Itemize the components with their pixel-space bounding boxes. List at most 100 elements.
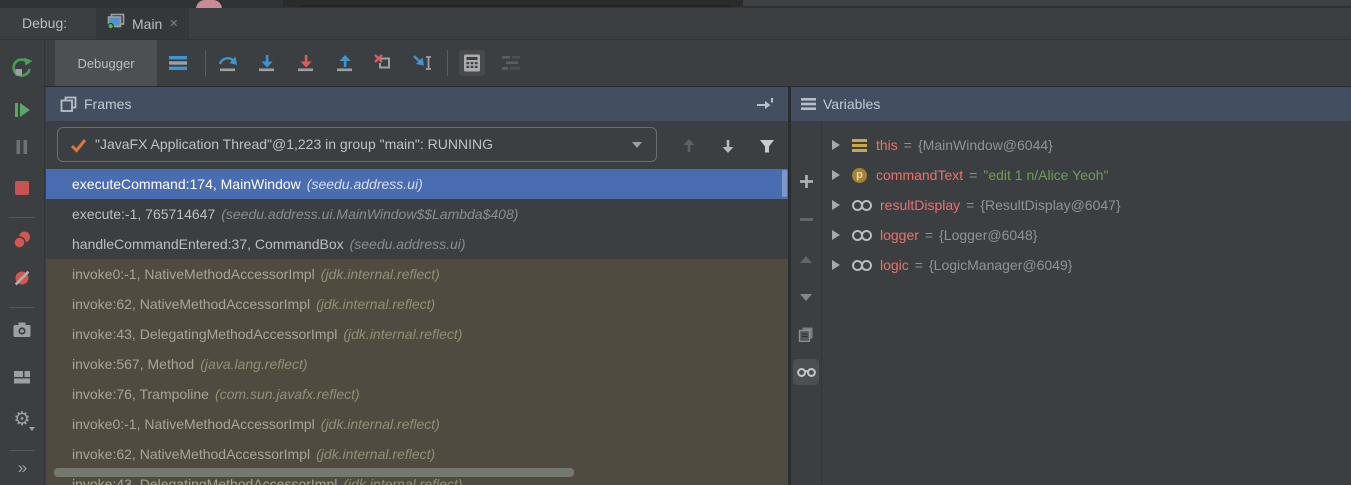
evaluate-expression-button[interactable] bbox=[459, 50, 485, 76]
debugger-toolbar: Debugger bbox=[45, 40, 1351, 87]
tab-main[interactable]: Main × bbox=[96, 8, 189, 39]
step-into-button[interactable] bbox=[254, 50, 280, 76]
view-breakpoints-button[interactable] bbox=[10, 228, 34, 252]
frame-location: (jdk.internal.reflect) bbox=[316, 296, 435, 312]
triangle-down-icon bbox=[800, 294, 812, 301]
sliver-underline bbox=[300, 5, 730, 7]
double-chevron-icon: » bbox=[18, 458, 26, 478]
frame-location: (seedu.address.ui) bbox=[307, 176, 423, 192]
move-watch-up-button[interactable] bbox=[798, 251, 814, 267]
run-to-cursor-icon bbox=[411, 52, 433, 74]
run-configuration-icon bbox=[107, 13, 125, 34]
vertical-scrollbar[interactable] bbox=[782, 170, 787, 197]
step-over-icon bbox=[217, 52, 239, 74]
sliver-right-bar bbox=[743, 0, 1351, 6]
resume-button[interactable] bbox=[10, 98, 34, 122]
expand-arrow-icon[interactable] bbox=[832, 140, 840, 150]
show-watches-toggle[interactable] bbox=[793, 359, 819, 385]
frame-location: (jdk.internal.reflect) bbox=[321, 416, 440, 432]
expand-arrow-icon[interactable] bbox=[832, 200, 840, 210]
frame-location: (jdk.internal.reflect) bbox=[343, 326, 462, 342]
pause-icon bbox=[11, 136, 33, 158]
mute-breakpoints-button[interactable] bbox=[10, 266, 34, 290]
step-over-button[interactable] bbox=[215, 50, 241, 76]
restore-layout-button[interactable] bbox=[10, 365, 34, 389]
move-watch-down-button[interactable] bbox=[798, 289, 814, 305]
variable-value: {Logger@6048} bbox=[939, 227, 1037, 243]
variable-row[interactable]: logger = {Logger@6048} bbox=[822, 220, 1351, 250]
forward-arrow-icon[interactable] bbox=[755, 97, 774, 116]
arrow-up-icon bbox=[681, 137, 697, 155]
variables-header[interactable]: Variables bbox=[791, 87, 1351, 121]
frame-location: (seedu.address.ui.MainWindow$$Lambda$408… bbox=[221, 206, 518, 222]
close-icon[interactable]: × bbox=[169, 8, 178, 39]
frame-row[interactable]: invoke0:-1, NativeMethodAccessorImpl (jdk… bbox=[46, 409, 788, 439]
variable-row[interactable]: this = {MainWindow@6044} bbox=[822, 130, 1351, 160]
frames-panel-title: Frames bbox=[84, 87, 131, 121]
hamburger-icon bbox=[168, 55, 188, 71]
expand-arrow-icon[interactable] bbox=[832, 230, 840, 240]
rerun-icon bbox=[11, 56, 33, 78]
variables-panel-icon bbox=[801, 97, 816, 116]
copy-icon bbox=[798, 326, 814, 342]
frames-panel-icon bbox=[60, 96, 77, 118]
hide-frames-filter-button[interactable] bbox=[756, 135, 778, 157]
debugger-menu-button[interactable] bbox=[165, 50, 191, 76]
thread-dump-button[interactable] bbox=[10, 318, 34, 342]
pause-button[interactable] bbox=[10, 135, 34, 159]
remove-watch-button[interactable] bbox=[798, 211, 814, 227]
frames-list: executeCommand:174, MainWindow(seedu.add… bbox=[46, 169, 788, 485]
rerun-button[interactable] bbox=[10, 55, 34, 79]
more-actions-button[interactable]: » bbox=[10, 456, 34, 480]
previous-frame-button[interactable] bbox=[678, 135, 700, 157]
trace-stream-button[interactable] bbox=[498, 50, 524, 76]
variable-row[interactable]: resultDisplay = {ResultDisplay@6047} bbox=[822, 190, 1351, 220]
variable-row[interactable]: p commandText = "edit 1 n/Alice Yeoh" bbox=[822, 160, 1351, 190]
frame-row[interactable]: invoke:567, Method(java.lang.reflect) bbox=[46, 349, 788, 379]
frame-method: execute:-1, 765714647 bbox=[72, 206, 215, 222]
frame-row[interactable]: invoke:62, NativeMethodAccessorImpl(jdk.… bbox=[46, 289, 788, 319]
variables-tree: this = {MainWindow@6044} p commandText =… bbox=[822, 121, 1351, 280]
expand-arrow-icon[interactable] bbox=[832, 260, 840, 270]
settings-button[interactable]: ⚙ bbox=[10, 408, 34, 432]
frame-row[interactable]: handleCommandEntered:37, CommandBox(seed… bbox=[46, 229, 788, 259]
horizontal-scrollbar[interactable] bbox=[54, 468, 574, 477]
frame-method: invoke:43, DelegatingMethodAccessorImpl bbox=[72, 476, 337, 485]
add-watch-button[interactable] bbox=[798, 173, 814, 189]
stop-button[interactable] bbox=[10, 176, 34, 200]
frame-method: invoke0:-1, NativeMethodAccessorImpl bbox=[72, 266, 315, 282]
run-to-cursor-button[interactable] bbox=[409, 50, 435, 76]
expand-arrow-icon[interactable] bbox=[832, 170, 840, 180]
force-step-into-button[interactable] bbox=[293, 50, 319, 76]
frame-method: invoke0:-1, NativeMethodAccessorImpl bbox=[72, 416, 315, 432]
copy-watch-button[interactable] bbox=[798, 326, 814, 342]
minus-icon bbox=[799, 212, 814, 227]
frame-row[interactable]: invoke:76, Trampoline(com.sun.javafx.ref… bbox=[46, 379, 788, 409]
variable-row[interactable]: logic = {LogicManager@6049} bbox=[822, 250, 1351, 280]
next-frame-button[interactable] bbox=[717, 135, 739, 157]
drop-frame-button[interactable] bbox=[370, 50, 396, 76]
step-out-button[interactable] bbox=[332, 50, 358, 76]
variable-name: logger bbox=[880, 227, 919, 243]
frame-row[interactable]: invoke:43, DelegatingMethodAccessorImpl(… bbox=[46, 319, 788, 349]
frame-row[interactable]: executeCommand:174, MainWindow(seedu.add… bbox=[46, 169, 788, 199]
arrow-down-icon bbox=[720, 137, 736, 155]
plus-icon bbox=[799, 174, 814, 189]
step-out-icon bbox=[334, 52, 356, 74]
thread-selector-value: "JavaFX Application Thread"@1,223 in gro… bbox=[95, 128, 493, 161]
frame-method: handleCommandEntered:37, CommandBox bbox=[72, 236, 344, 252]
frame-row[interactable]: execute:-1, 765714647 (seedu.address.ui.M… bbox=[46, 199, 788, 229]
triangle-up-icon bbox=[800, 256, 812, 263]
tab-debugger[interactable]: Debugger bbox=[55, 40, 157, 86]
frame-location: (com.sun.javafx.reflect) bbox=[215, 386, 360, 402]
calculator-icon bbox=[461, 52, 483, 74]
frames-header[interactable]: Frames bbox=[46, 87, 788, 121]
equals-sign: = bbox=[915, 257, 923, 273]
field-icon bbox=[852, 200, 871, 211]
frame-row[interactable]: invoke:62, NativeMethodAccessorImpl(jdk.… bbox=[46, 439, 788, 469]
thread-selector-dropdown[interactable]: "JavaFX Application Thread"@1,223 in gro… bbox=[57, 127, 657, 162]
frame-location: (jdk.internal.reflect) bbox=[343, 476, 462, 485]
frame-row[interactable]: invoke0:-1, NativeMethodAccessorImpl(jdk… bbox=[46, 259, 788, 289]
variable-value: {MainWindow@6044} bbox=[918, 137, 1053, 153]
variable-value: {LogicManager@6049} bbox=[929, 257, 1072, 273]
